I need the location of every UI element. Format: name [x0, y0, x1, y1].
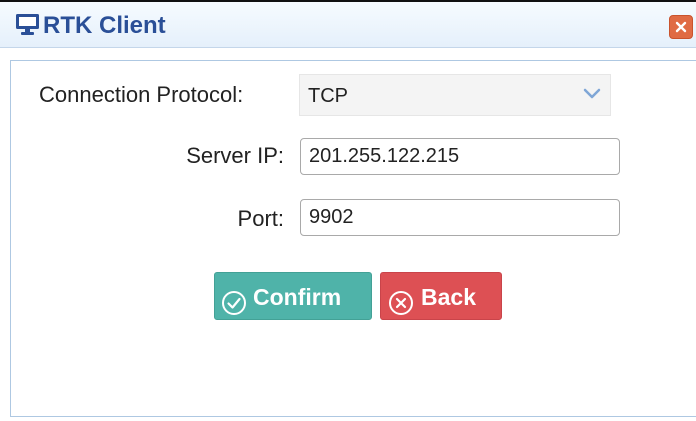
protocol-select[interactable]: TCP	[299, 74, 611, 116]
back-button-label: Back	[421, 284, 476, 310]
close-button[interactable]	[669, 15, 693, 39]
confirm-button[interactable]: Confirm	[214, 272, 372, 320]
dialog-title: RTK Client	[43, 12, 166, 39]
server-ip-input[interactable]	[300, 138, 620, 175]
form-panel: Connection Protocol: TCP Server IP: Port…	[10, 60, 696, 417]
check-circle-icon	[221, 284, 247, 315]
port-input[interactable]	[300, 199, 620, 236]
chevron-down-icon[interactable]	[583, 87, 601, 106]
x-circle-icon	[388, 284, 414, 315]
rtk-client-dialog: RTK Client Connection Protocol: TCP Serv…	[0, 0, 696, 421]
port-label: Port:	[237, 206, 284, 231]
protocol-label: Connection Protocol:	[39, 82, 244, 107]
close-icon	[675, 21, 687, 33]
protocol-select-value: TCP	[308, 85, 348, 107]
title-bar[interactable]: RTK Client	[0, 2, 696, 48]
back-button[interactable]: Back	[380, 272, 502, 320]
server-ip-label: Server IP:	[186, 143, 284, 168]
confirm-button-label: Confirm	[253, 284, 342, 310]
monitor-icon	[15, 12, 40, 37]
